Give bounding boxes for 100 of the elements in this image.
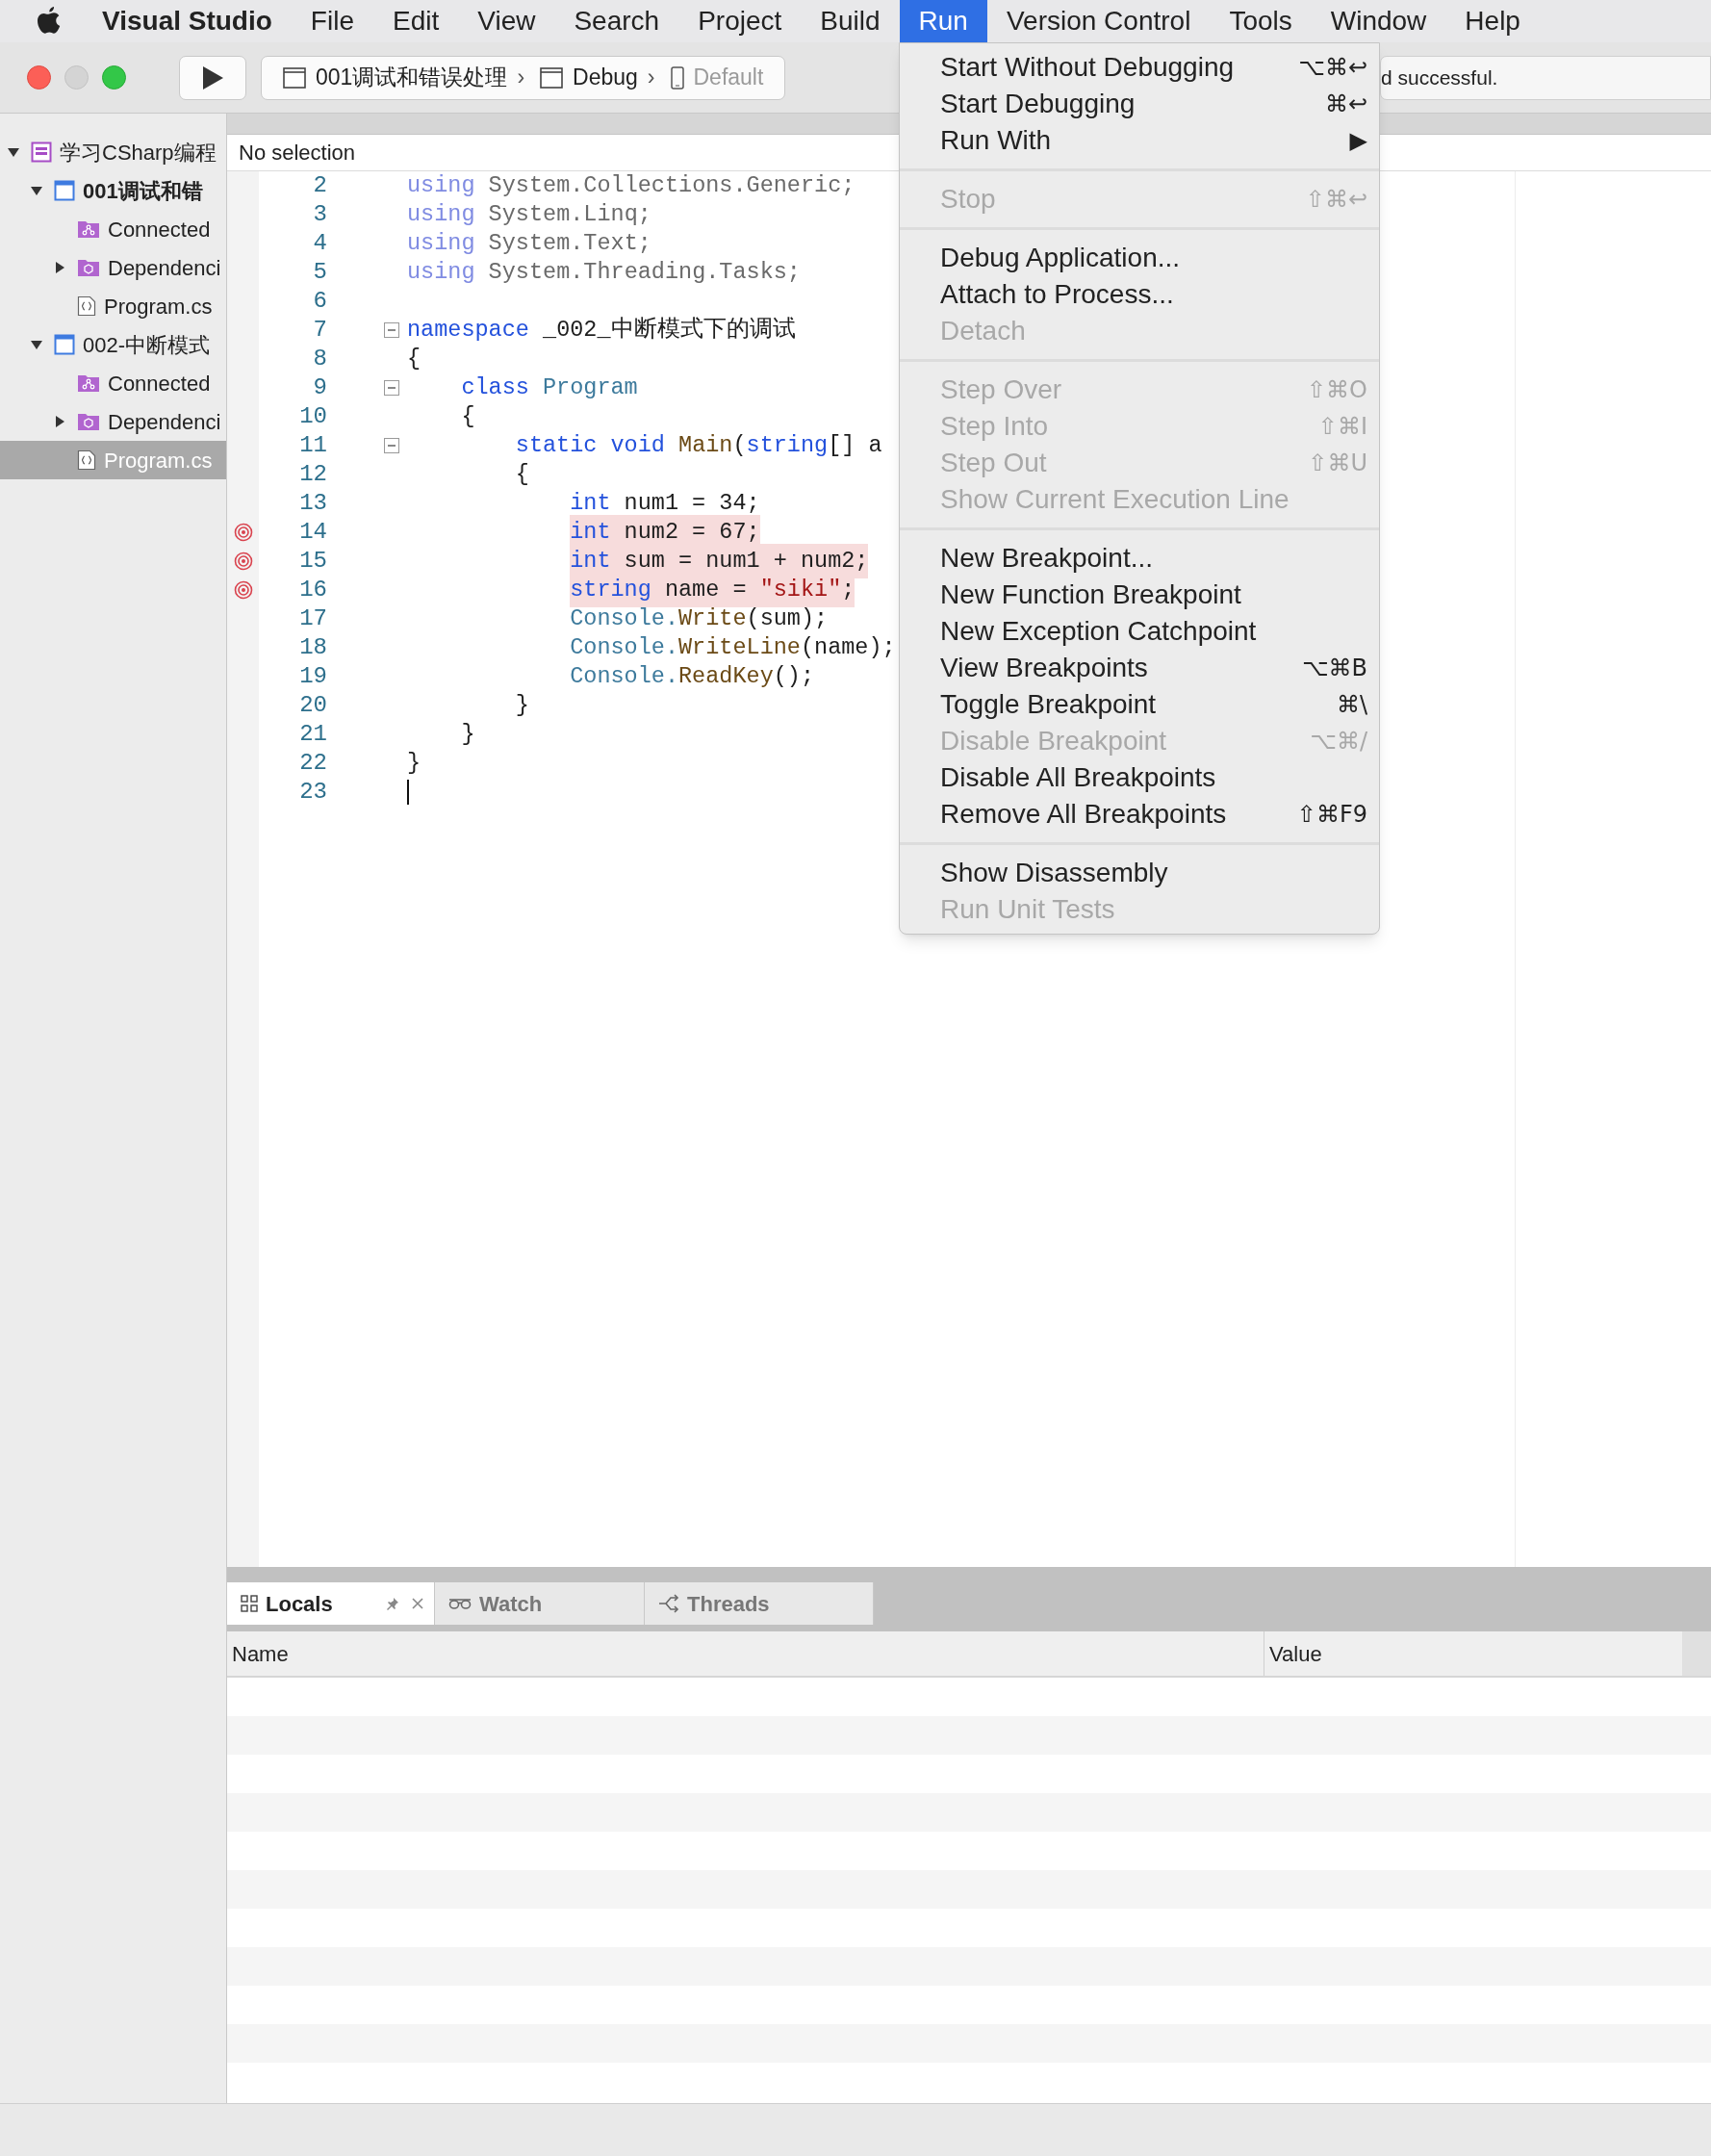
menu-entry[interactable]: New Function Breakpoint (900, 577, 1379, 613)
tree-item-label: Dependenci (108, 408, 221, 436)
code-line: Console.Write(sum); (570, 604, 829, 634)
tree-item[interactable]: 002-中断模式 (0, 325, 226, 364)
line-number: 5 (312, 258, 327, 287)
line-number: 8 (312, 345, 327, 373)
grid-icon (241, 1595, 258, 1612)
code-line: using System.Linq; (407, 200, 651, 230)
tree-item-label: Dependenci (108, 254, 221, 282)
breakpoint-icon[interactable] (233, 580, 253, 600)
column-header[interactable]: Value (1264, 1631, 1682, 1676)
line-number: 11 (298, 431, 327, 460)
path-bar-text: No selection (239, 140, 356, 167)
menu-entry[interactable]: New Breakpoint... (900, 540, 1379, 577)
menu-entry[interactable]: Run With ▶ (900, 122, 1379, 159)
window-icon (283, 66, 306, 89)
branch-icon (658, 1594, 679, 1613)
code-line: { (461, 402, 475, 432)
tree-item[interactable]: Connected (0, 364, 226, 402)
line-number: 10 (298, 402, 327, 431)
menu-item[interactable]: Version Control (986, 0, 1211, 42)
window-icon (540, 66, 564, 89)
tree-item[interactable]: 学习CSharp编程 (0, 133, 226, 171)
menu-item[interactable]: View (458, 0, 555, 42)
menu-entry[interactable]: Disable All Breakpoints (900, 759, 1379, 796)
menu-entry[interactable]: Toggle Breakpoint ⌘\ (900, 686, 1379, 723)
collapse-arrow-icon[interactable] (30, 338, 43, 351)
tree-item-label: 学习CSharp编程 (60, 139, 217, 167)
menu-item[interactable]: File (291, 0, 373, 42)
menu-entry[interactable]: Debug Application... (900, 240, 1379, 276)
menu-item[interactable]: Search (554, 0, 679, 42)
breadcrumb-item[interactable]: Debug (573, 61, 638, 94)
line-number: 7 (312, 316, 327, 345)
menu-item[interactable]: Project (678, 0, 802, 42)
project-icon (54, 180, 75, 201)
menu-entry[interactable]: View Breakpoints ⌥⌘B (900, 650, 1379, 686)
folder-icon (77, 219, 100, 239)
menu-entry[interactable]: Show Disassembly (900, 855, 1379, 891)
expand-arrow-icon[interactable] (53, 261, 66, 274)
close-icon[interactable] (411, 1597, 424, 1610)
glasses-icon (448, 1597, 472, 1610)
run-button[interactable] (179, 55, 246, 100)
code-file-icon (77, 449, 96, 471)
line-number: 9 (312, 373, 327, 402)
line-number: 13 (298, 489, 327, 518)
line-number: 3 (312, 200, 327, 229)
menu-item[interactable]: Window (1311, 0, 1446, 42)
fold-icon[interactable] (384, 322, 399, 338)
code-line: class Program (461, 373, 638, 403)
menu-item[interactable]: Edit (373, 0, 459, 42)
breadcrumb-item[interactable]: 001调试和错误处理 (316, 61, 508, 94)
code-line: } (461, 720, 475, 750)
menu-item[interactable]: Build (801, 0, 900, 42)
tree-item[interactable]: Program.cs (0, 287, 226, 325)
code-line: { (515, 460, 529, 490)
line-number: 20 (298, 691, 327, 720)
tree-item-label: Program.cs (104, 447, 213, 475)
close-window-button[interactable] (27, 65, 51, 90)
tree-item[interactable]: Dependenci (0, 248, 226, 287)
menu-item[interactable]: Tools (1210, 0, 1312, 42)
collapse-arrow-icon[interactable] (30, 184, 43, 197)
line-number: 15 (298, 547, 327, 576)
menu-entry[interactable]: Remove All Breakpoints ⇧⌘F9 (900, 796, 1379, 833)
code-line: static void Main(string[] a (515, 431, 882, 461)
line-number: 23 (298, 778, 327, 807)
breadcrumb-separator: › (517, 64, 525, 92)
tree-item[interactable]: 001调试和错 (0, 171, 226, 210)
breakpoint-icon[interactable] (233, 523, 253, 542)
folder-icon (77, 412, 100, 431)
column-header[interactable]: Name (227, 1631, 1264, 1676)
line-number: 22 (298, 749, 327, 778)
tree-item-label: 002-中断模式 (83, 331, 211, 359)
fold-icon[interactable] (384, 380, 399, 396)
pin-icon[interactable] (386, 1597, 399, 1610)
fold-icon[interactable] (384, 438, 399, 453)
tree-item-label: Connected (108, 216, 211, 244)
pad-tab[interactable]: Watch (435, 1582, 645, 1625)
tree-item[interactable]: Connected (0, 210, 226, 248)
play-icon (201, 64, 224, 90)
pad-tab[interactable]: Locals (227, 1582, 435, 1625)
menu-item[interactable]: Visual Studio (83, 0, 292, 42)
breakpoint-icon[interactable] (233, 552, 253, 571)
line-number: 14 (298, 518, 327, 547)
collapse-arrow-icon[interactable] (7, 145, 20, 159)
zoom-window-button[interactable] (102, 65, 126, 90)
folder-icon (77, 373, 100, 393)
menu-entry[interactable]: Attach to Process... (900, 276, 1379, 313)
status-text: d successful. (1381, 64, 1498, 90)
phone-icon (670, 65, 684, 90)
line-number: 21 (298, 720, 327, 749)
menu-item[interactable]: Run (899, 0, 987, 42)
apple-logo-icon[interactable] (37, 7, 62, 36)
tree-item[interactable]: Dependenci (0, 402, 226, 441)
menu-entry[interactable]: Start Debugging ⌘↩ (900, 86, 1379, 122)
menu-item[interactable]: Help (1445, 0, 1540, 42)
pad-tab[interactable]: Threads (645, 1582, 874, 1625)
menu-entry[interactable]: Start Without Debugging ⌥⌘↩ (900, 49, 1379, 86)
menu-entry[interactable]: New Exception Catchpoint (900, 613, 1379, 650)
breadcrumb-separator: › (647, 64, 655, 92)
expand-arrow-icon[interactable] (53, 415, 66, 428)
